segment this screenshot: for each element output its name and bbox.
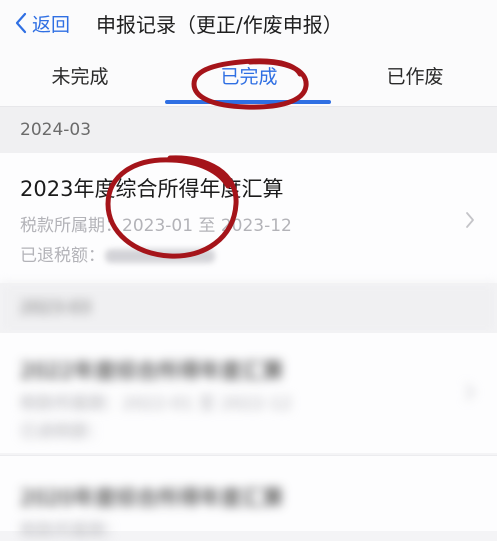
record-title: 2023年度综合所得年度汇算 (20, 177, 284, 201)
refund-line: 已退税额： (20, 241, 215, 266)
refund-amount-redacted (105, 249, 215, 263)
refund-line: 已退税额： (20, 417, 105, 442)
period-value: 2023-01 至 2023-12 (122, 216, 292, 236)
record-title: 2020年度综合所得年度汇算 (20, 486, 284, 510)
period-line: 税款所属期：2022-01 至 2022-12 (20, 389, 292, 414)
record-title: 2022年度综合所得年度汇算 (20, 359, 284, 383)
tab-incomplete[interactable]: 未完成 (20, 46, 140, 106)
back-label: 返回 (32, 13, 71, 36)
chevron-left-icon (15, 12, 27, 34)
record-card[interactable]: 2020年度综合所得年度汇算 税款所属期： (0, 455, 497, 541)
chevron-right-icon (466, 384, 474, 400)
nav-bar: 返回 申报记录（更正/作废申报） (0, 0, 497, 46)
tab-bar: 未完成 已完成 已作废 (0, 46, 497, 107)
period-line: 税款所属期：2023-01 至 2023-12 (20, 211, 292, 236)
period-label: 税款所属期： (20, 394, 122, 414)
period-line: 税款所属期： (20, 516, 122, 541)
tab-voided[interactable]: 已作废 (355, 46, 475, 106)
month-header: 2024-03 (0, 107, 497, 153)
record-card[interactable]: 2023年度综合所得年度汇算 税款所属期：2023-01 至 2023-12 已… (0, 153, 497, 283)
refund-label: 已退税额： (20, 246, 105, 266)
month-header: 2023-03 (0, 283, 497, 333)
period-label: 税款所属期： (20, 216, 122, 236)
active-tab-indicator (165, 100, 331, 104)
chevron-right-icon (466, 212, 474, 228)
refund-label: 已退税额： (20, 422, 105, 442)
record-card[interactable]: 2022年度综合所得年度汇算 税款所属期：2022-01 至 2022-12 已… (0, 333, 497, 453)
back-button[interactable]: 返回 (14, 10, 70, 37)
page-title: 申报记录（更正/作废申报） (96, 12, 343, 37)
tab-completed[interactable]: 已完成 (185, 46, 313, 106)
period-label: 税款所属期： (20, 521, 122, 541)
period-value: 2022-01 至 2022-12 (122, 394, 292, 414)
